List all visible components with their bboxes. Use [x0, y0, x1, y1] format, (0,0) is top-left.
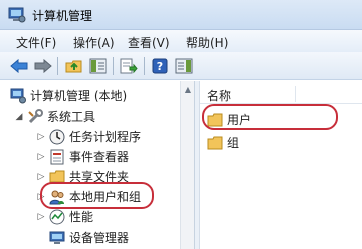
expand-icon[interactable]: ▷ [36, 212, 46, 222]
action-pane-icon [175, 58, 193, 74]
help-button[interactable]: ? [150, 56, 170, 76]
toolbar-separator [144, 57, 145, 75]
clock-icon [49, 129, 65, 145]
tree-item-label: 设备管理器 [69, 231, 130, 245]
tree-item-device-manager[interactable]: 设备管理器 [49, 229, 129, 246]
system-tools-icon [27, 108, 43, 125]
menu-view[interactable]: 查看(V) [128, 34, 170, 51]
tree-item-label: 系统工具 [47, 110, 96, 124]
scroll-up-icon[interactable]: ▲ [181, 83, 195, 97]
details-pane [199, 81, 362, 249]
back-button[interactable] [9, 56, 29, 76]
help-icon: ? [152, 58, 168, 74]
folder-icon [207, 135, 223, 151]
toolbar-separator [57, 57, 58, 75]
tree-item-performance[interactable]: ▷ 性能 [36, 208, 93, 225]
expand-icon[interactable]: ▷ [36, 172, 46, 182]
tree-item-task-scheduler[interactable]: ▷ 任务计划程序 [36, 128, 141, 145]
toolbar: ? [0, 52, 362, 80]
menu-help[interactable]: 帮助(H) [186, 34, 228, 51]
tree-item-label: 共享文件夹 [69, 170, 130, 184]
tree-scrollbar[interactable]: ▲ [180, 81, 194, 249]
forward-arrow-icon [34, 59, 52, 73]
tree-item-event-viewer[interactable]: ▷ 事件查看器 [36, 148, 129, 165]
export-list-button[interactable] [119, 56, 139, 76]
menu-bar: 文件(F) 操作(A) 查看(V) 帮助(H) [0, 30, 362, 52]
event-viewer-icon [49, 149, 65, 165]
svg-text:?: ? [157, 60, 163, 73]
folder-icon [207, 112, 223, 128]
tree-item-label: 性能 [69, 210, 94, 224]
export-list-icon [120, 58, 138, 74]
device-manager-icon [49, 230, 65, 246]
expand-icon[interactable]: ▷ [36, 132, 46, 142]
tree-root-label: 计算机管理 (本地) [30, 89, 128, 103]
tree-item-system-tools[interactable]: ◢ 系统工具 [14, 108, 95, 125]
toolbar-separator [113, 57, 114, 75]
list-item-groups[interactable]: 组 [207, 134, 239, 151]
column-header-name[interactable]: 名称 [200, 84, 362, 104]
shared-folder-icon [49, 169, 65, 185]
users-icon [49, 189, 65, 205]
computer-management-icon [8, 7, 26, 23]
tree-root[interactable]: 计算机管理 (本地) [10, 87, 127, 104]
tree-item-local-users-groups[interactable]: ▷ 本地用户和组 [36, 188, 141, 205]
up-level-button[interactable] [64, 56, 84, 76]
back-arrow-icon [10, 59, 28, 73]
menu-file[interactable]: 文件(F) [16, 34, 56, 51]
console-tree-icon [89, 58, 107, 74]
show-hide-action-pane-button[interactable] [174, 56, 194, 76]
expand-icon[interactable]: ▷ [36, 192, 46, 202]
folder-up-icon [65, 60, 82, 73]
console-tree [0, 81, 195, 249]
computer-management-icon [10, 88, 26, 104]
column-header-label: 名称 [207, 89, 232, 103]
tree-item-label: 事件查看器 [69, 150, 130, 164]
show-hide-tree-button[interactable] [88, 56, 108, 76]
title-bar: 计算机管理 [0, 0, 362, 30]
performance-icon [49, 209, 65, 225]
window-title: 计算机管理 [32, 9, 93, 23]
column-divider[interactable] [295, 86, 296, 102]
forward-button[interactable] [33, 56, 53, 76]
tree-item-label: 任务计划程序 [69, 130, 142, 144]
list-item-label: 用户 [227, 113, 252, 127]
list-item-users[interactable]: 用户 [207, 111, 251, 128]
menu-action[interactable]: 操作(A) [73, 34, 115, 51]
expand-icon[interactable]: ▷ [36, 152, 46, 162]
list-item-label: 组 [227, 136, 240, 150]
collapse-icon[interactable]: ◢ [14, 112, 24, 122]
tree-item-label: 本地用户和组 [69, 190, 142, 204]
tree-item-shared-folders[interactable]: ▷ 共享文件夹 [36, 168, 129, 185]
